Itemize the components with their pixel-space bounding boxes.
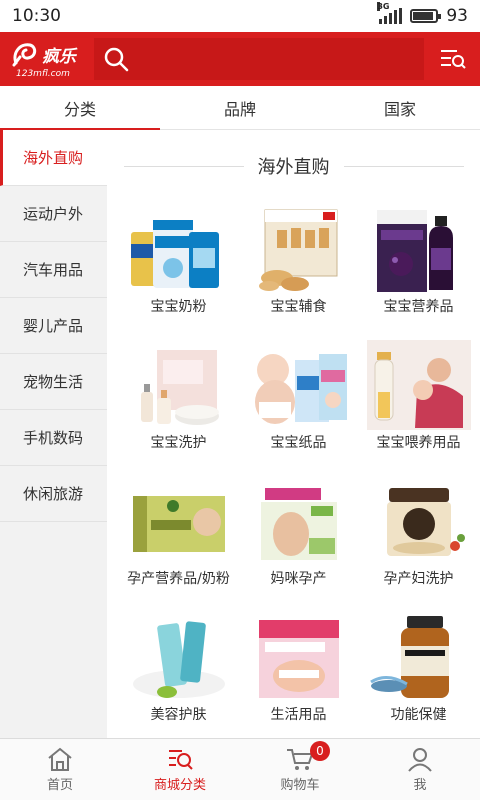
product-label: 宝宝奶粉 xyxy=(150,299,207,315)
section-title: 海外直购 xyxy=(257,157,330,178)
category-search-icon xyxy=(169,750,193,770)
app-header: 疯乐 123mfl.com xyxy=(0,32,480,86)
product-image xyxy=(125,338,233,432)
nav-me[interactable]: 我 xyxy=(360,739,480,800)
product-label: 生活用品 xyxy=(270,707,327,723)
category-content: 海外直购 宝宝奶粉 宝宝辅食 宝宝营养品 宝宝洗护 宝宝纸品 宝宝喂养用品 孕产… xyxy=(107,130,480,738)
bottom-nav: 首页 商城分类 0 购物车 我 xyxy=(0,738,480,800)
product-label: 美容护肤 xyxy=(150,707,207,723)
product-cell-maternity-care[interactable]: 孕产妇洗护 xyxy=(359,474,478,610)
product-image xyxy=(245,474,353,568)
product-cell-baby-feeding[interactable]: 宝宝喂养用品 xyxy=(359,338,478,474)
product-image xyxy=(245,610,353,704)
network-type: 3G xyxy=(377,2,390,11)
list-search-icon xyxy=(441,50,466,69)
product-cell-baby-diapers[interactable]: 宝宝纸品 xyxy=(239,338,358,474)
search-icon xyxy=(104,47,129,72)
nav-me-label: 我 xyxy=(413,778,427,793)
product-image xyxy=(125,474,233,568)
product-cell-baby-wash[interactable]: 宝宝洗护 xyxy=(119,338,238,474)
battery-icon xyxy=(410,9,442,23)
product-label: 宝宝洗护 xyxy=(150,435,207,451)
product-label: 妈咪孕产 xyxy=(270,571,327,587)
app-logo[interactable]: 疯乐 123mfl.com xyxy=(0,32,94,86)
home-icon xyxy=(48,747,72,771)
product-label: 功能保健 xyxy=(390,707,447,723)
sidebar-item-digital[interactable]: 手机数码 xyxy=(0,410,107,466)
product-image xyxy=(365,338,473,432)
product-image xyxy=(245,338,353,432)
product-image xyxy=(245,202,353,296)
sidebar-item-sports-outdoor[interactable]: 运动户外 xyxy=(0,186,107,242)
tab-category[interactable]: 分类 xyxy=(0,86,160,130)
tab-brand[interactable]: 品牌 xyxy=(160,86,320,129)
product-cell-mommy-maternity[interactable]: 妈咪孕产 xyxy=(239,474,358,610)
category-tabs: 分类 品牌 国家 xyxy=(0,86,480,130)
nav-home[interactable]: 首页 xyxy=(0,739,120,800)
product-label: 宝宝营养品 xyxy=(383,299,454,315)
tab-country[interactable]: 国家 xyxy=(320,86,480,129)
status-indicators: 3G 93 xyxy=(377,2,468,26)
product-label: 宝宝辅食 xyxy=(270,299,327,315)
sidebar-item-overseas-direct[interactable]: 海外直购 xyxy=(0,130,107,186)
nav-home-label: 首页 xyxy=(46,778,73,793)
status-bar: 10:30 3G 93 xyxy=(0,0,480,32)
divider xyxy=(123,165,244,167)
product-cell-daily-goods[interactable]: 生活用品 xyxy=(239,610,358,738)
product-image xyxy=(125,202,233,296)
category-menu-button[interactable] xyxy=(436,42,470,76)
product-cell-baby-nutrition[interactable]: 宝宝营养品 xyxy=(359,202,478,338)
divider xyxy=(343,165,464,167)
status-time: 10:30 xyxy=(12,6,61,26)
product-label: 宝宝喂养用品 xyxy=(376,435,461,451)
logo-swirl-icon xyxy=(12,43,37,67)
product-cell-milk-powder[interactable]: 宝宝奶粉 xyxy=(119,202,238,338)
logo-text: 疯乐 xyxy=(42,46,76,67)
product-image xyxy=(365,202,473,296)
section-header: 海外直购 xyxy=(107,130,480,202)
sidebar-item-pet-life[interactable]: 宠物生活 xyxy=(0,354,107,410)
user-icon xyxy=(408,748,432,772)
search-input[interactable] xyxy=(130,38,424,80)
product-grid: 宝宝奶粉 宝宝辅食 宝宝营养品 宝宝洗护 宝宝纸品 宝宝喂养用品 孕产营养品/奶… xyxy=(107,202,480,738)
cart-badge: 0 xyxy=(310,741,330,761)
product-label: 孕产营养品/奶粉 xyxy=(127,571,230,587)
product-cell-maternity-nutrition[interactable]: 孕产营养品/奶粉 xyxy=(119,474,238,610)
nav-cart[interactable]: 0 购物车 xyxy=(240,739,360,800)
search-box[interactable] xyxy=(94,38,424,80)
category-sidebar: 海外直购 运动户外 汽车用品 婴儿产品 宠物生活 手机数码 休闲旅游 xyxy=(0,130,107,738)
product-cell-baby-food[interactable]: 宝宝辅食 xyxy=(239,202,358,338)
sidebar-item-travel[interactable]: 休闲旅游 xyxy=(0,466,107,522)
product-label: 孕产妇洗护 xyxy=(383,571,454,587)
nav-cart-label: 购物车 xyxy=(280,778,320,793)
product-cell-skincare[interactable]: 美容护肤 xyxy=(119,610,238,738)
product-cell-health-care[interactable]: 功能保健 xyxy=(359,610,478,738)
signal-icon: 3G xyxy=(377,2,403,24)
product-image xyxy=(125,610,233,704)
sidebar-item-baby-products[interactable]: 婴儿产品 xyxy=(0,298,107,354)
product-image xyxy=(365,474,473,568)
product-image xyxy=(365,610,473,704)
nav-category[interactable]: 商城分类 xyxy=(120,739,240,800)
nav-category-label: 商城分类 xyxy=(153,778,206,793)
sidebar-item-auto-supplies[interactable]: 汽车用品 xyxy=(0,242,107,298)
product-label: 宝宝纸品 xyxy=(270,435,327,451)
logo-subtitle: 123mfl.com xyxy=(16,69,70,79)
battery-level: 93 xyxy=(446,6,468,26)
